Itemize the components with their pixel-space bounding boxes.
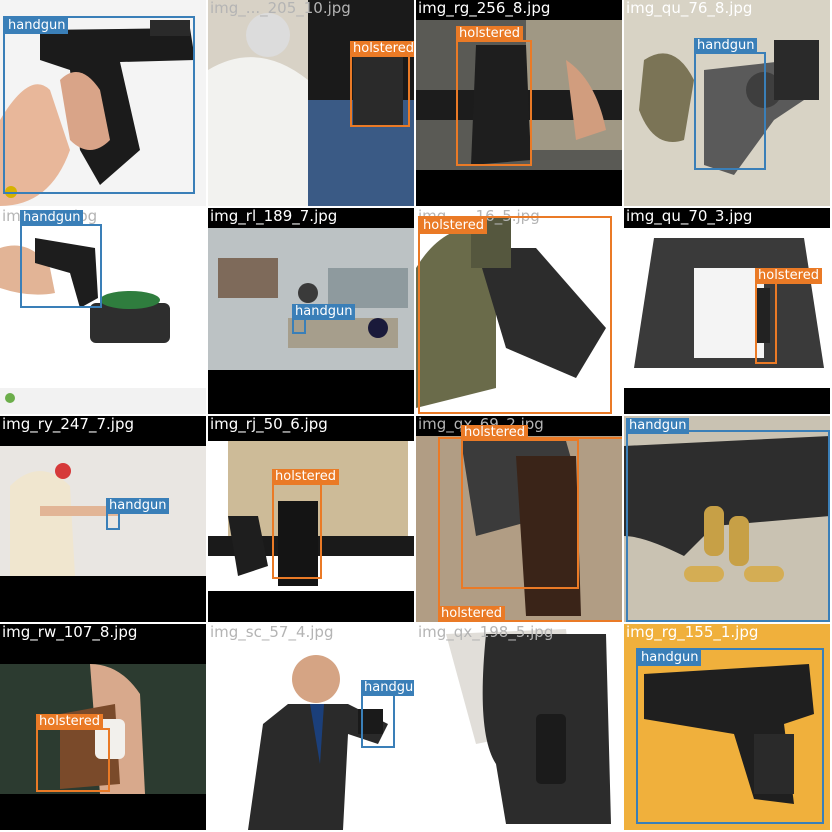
grid-tile[interactable]: img_qu_70_3.jpg holstered (624, 208, 830, 414)
holstered-detection-box: holstered (272, 469, 339, 579)
grid-tile[interactable]: img_..._205_10.jpg holstered (208, 0, 414, 206)
detection-label: holstered (456, 26, 523, 42)
filename-label: img_ry_247_7.jpg (2, 416, 134, 433)
handgun-detection-box: handgun (694, 38, 766, 170)
grid-tile[interactable]: img_ry_247_7.jpg handgun (0, 416, 206, 622)
filename-label: img_rj_50_6.jpg (210, 416, 328, 433)
detection-label: holstered (36, 714, 103, 730)
photo-revolver-holster-tattoo (0, 624, 206, 830)
handgun-detection-box: handgun (361, 680, 414, 748)
filename-label: img_qu_70_3.jpg (626, 208, 753, 225)
filename-label: img_rg_256_8.jpg (418, 0, 551, 17)
handgun-detection-box: handgun (626, 418, 830, 622)
handgun-detection-box: handgun (20, 210, 102, 308)
detection-label: holstered (755, 268, 822, 284)
holstered-detection-box: holstered (36, 714, 110, 792)
detection-label: handgun (361, 680, 414, 696)
detection-label: handgun (292, 304, 356, 320)
holstered-detection-box: holstered (350, 41, 414, 127)
detection-label: holstered (350, 41, 414, 57)
detection-label: handgun (106, 498, 170, 514)
holstered-detection-box: holstered (438, 437, 622, 622)
detection-label: handgun (626, 418, 690, 434)
handgun-detection-box: handgun (292, 304, 356, 334)
handgun-detection-box: handgun (3, 16, 195, 194)
filename-label: img_rg_155_1.jpg (626, 624, 759, 641)
grid-tile[interactable]: img_rg_155_1.jpg handgun (624, 624, 830, 830)
image-grid: handgun img_..._205_10.jpg holstered img… (0, 0, 832, 832)
photo-nylon-holster (416, 624, 622, 830)
detection-label: holstered (420, 218, 487, 234)
filename-label: img_rw_107_8.jpg (2, 624, 138, 641)
grid-tile[interactable]: img_qx_198_5.jpg (416, 624, 622, 830)
holstered-detection-box: holstered (418, 216, 612, 414)
filename-label: img_rl_189_7.jpg (210, 208, 338, 225)
detection-label: handgun (5, 18, 69, 34)
grid-tile[interactable]: img_rg_256_8.jpg holstered (416, 0, 622, 206)
grid-tile[interactable]: img_rw_107_8.jpg holstered (0, 624, 206, 830)
holstered-detection-box: holstered (456, 26, 532, 166)
grid-tile[interactable]: img_sc_57_4.jpg handgun (208, 624, 414, 830)
filename-label: img_..._205_10.jpg (210, 0, 351, 17)
grid-tile[interactable]: handgun (624, 416, 830, 622)
handgun-detection-box: handgun (636, 648, 824, 824)
detection-label: handgun (638, 650, 702, 666)
detection-label: handgun (694, 38, 758, 54)
filename-label: img_qu_76_8.jpg (626, 0, 753, 17)
detection-label: holstered (438, 606, 505, 622)
grid-tile[interactable]: img_qx_69_2.jpg holstered holstered (416, 416, 622, 622)
grid-tile[interactable]: img_rj_50_6.jpg holstered (208, 416, 414, 622)
grid-tile[interactable]: img_..._16_5.jpg holstered (416, 208, 622, 414)
filename-label: img_qx_198_5.jpg (418, 624, 554, 641)
filename-label: img_sc_57_4.jpg (210, 624, 334, 641)
photo-man-suit-holster (624, 208, 830, 414)
handgun-detection-box: handgun (106, 498, 170, 530)
grid-tile[interactable]: img_qu_76_8.jpg handgun (624, 0, 830, 206)
grid-tile[interactable]: img_..._3.jpg handgun (0, 208, 206, 414)
holstered-detection-box: holstered (755, 268, 822, 364)
detection-label: handgun (20, 210, 84, 226)
detection-label: holstered (272, 469, 339, 485)
grid-tile[interactable]: img_rl_189_7.jpg handgun (208, 208, 414, 414)
grid-tile[interactable]: handgun (0, 0, 206, 206)
photo-woman-at-shooting-range (0, 416, 206, 622)
